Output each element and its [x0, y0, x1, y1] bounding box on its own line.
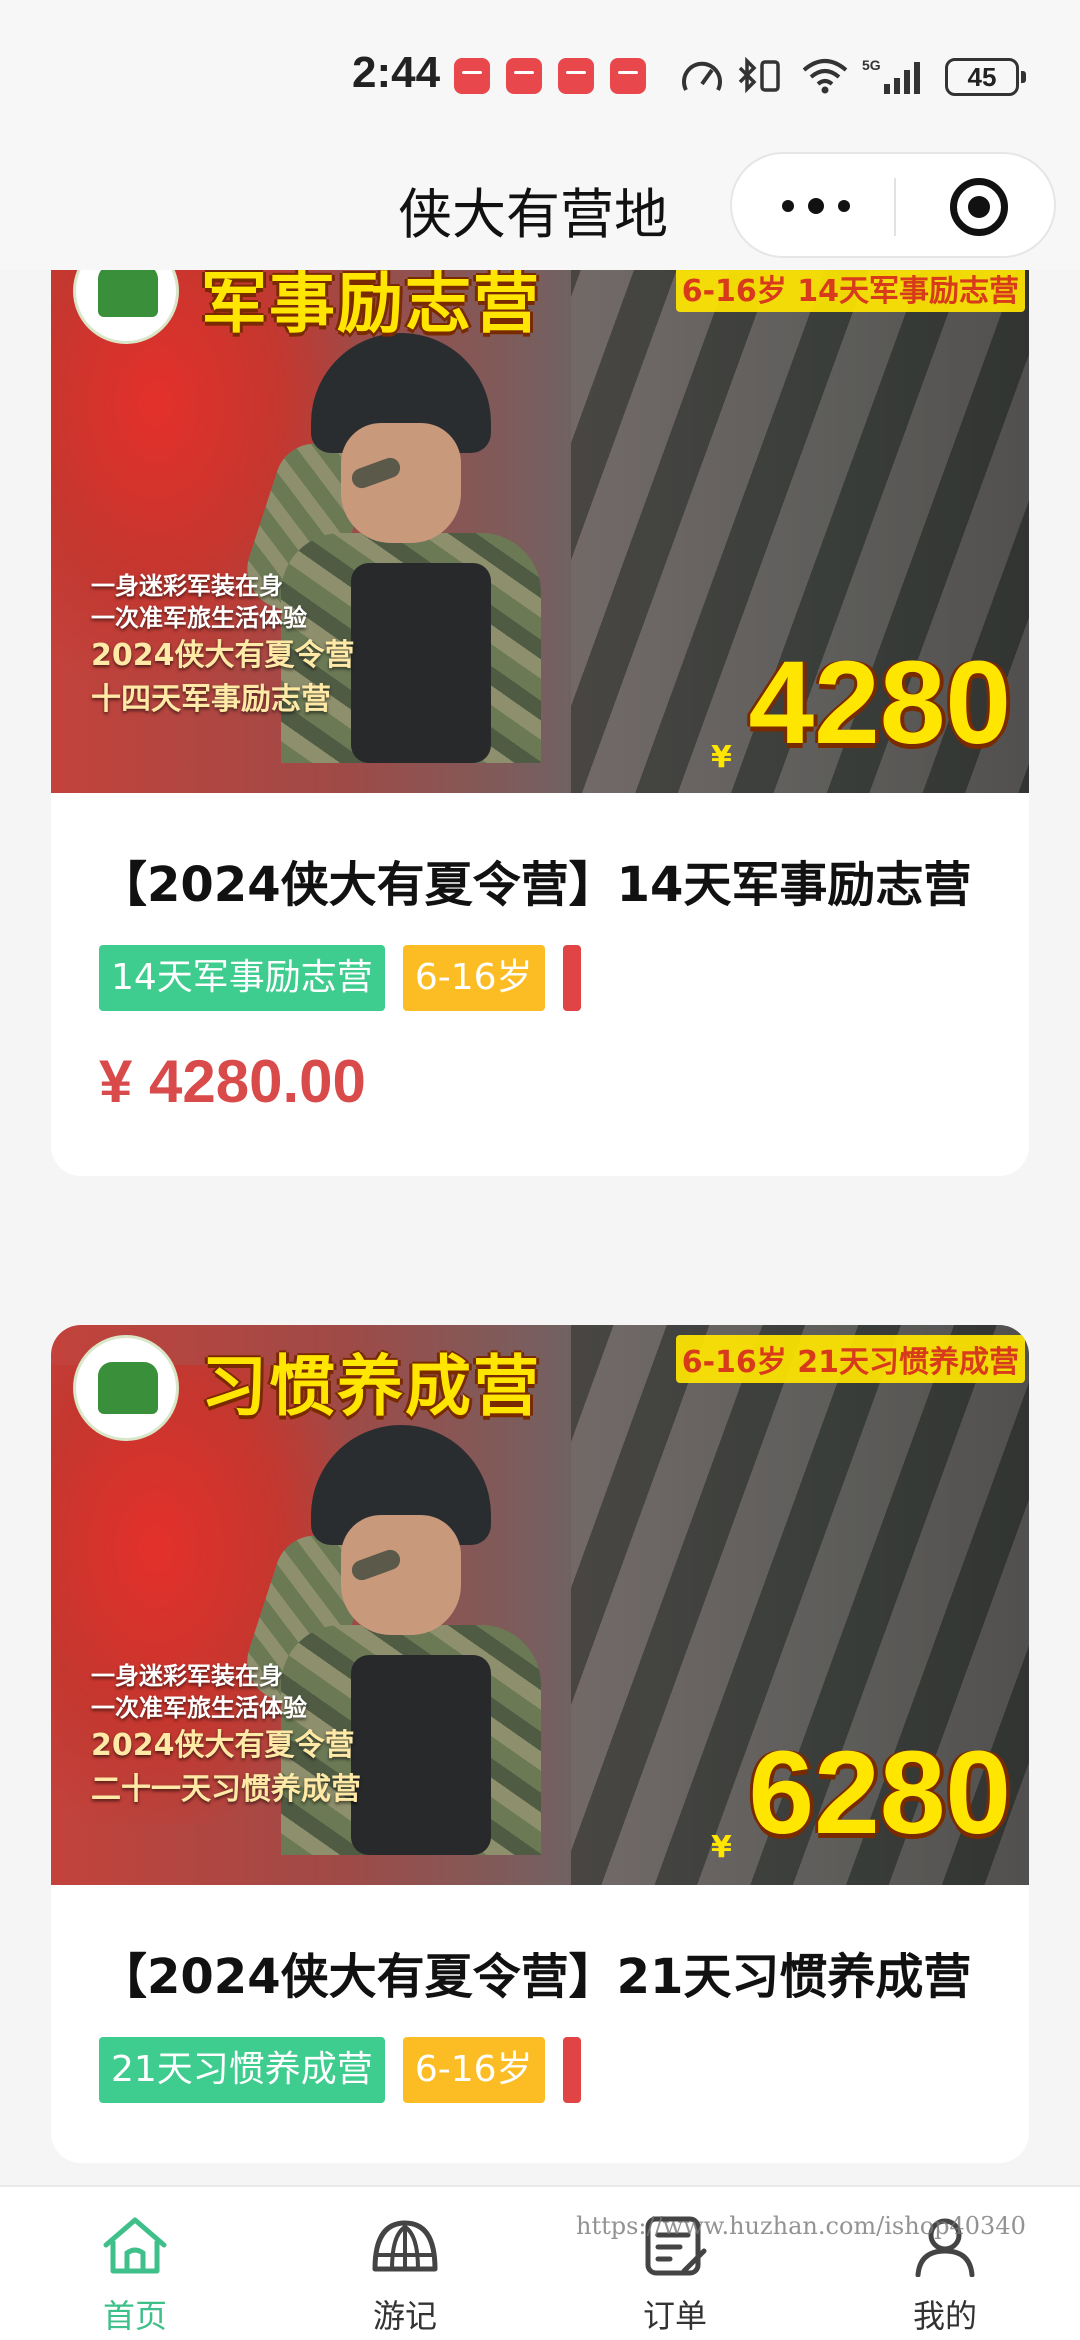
product-tags: 21天习惯养成营 6-16岁	[99, 2037, 981, 2103]
product-image[interactable]: 军事励志营 6-16岁 14天军事励志营 一身迷彩军装在身 一次准军旅生活体验 …	[51, 270, 1029, 793]
tab-label: 游记	[372, 2297, 437, 2335]
product-price: ¥ 4280.00	[99, 1048, 366, 1115]
bluetooth-vibrate-icon	[738, 56, 780, 94]
status-bar: 2:44 5G 45	[0, 0, 1080, 140]
image-slogan: 一身迷彩军装在身 一次准军旅生活体验 2024侠大有夏令营 十四天军事励志营	[91, 570, 431, 722]
image-price: 4280	[748, 637, 1011, 769]
more-options-icon[interactable]	[778, 194, 858, 218]
product-title[interactable]: 【2024侠大有夏令营】21天习惯养成营	[99, 1939, 981, 2015]
svg-text:5G: 5G	[862, 57, 881, 73]
image-headline: 军事励志营	[201, 270, 541, 342]
huawei-notification-icon	[454, 58, 490, 94]
huawei-notification-icon	[506, 58, 542, 94]
tab-label: 首页	[102, 2297, 167, 2335]
product-card[interactable]: 军事励志营 6-16岁 14天军事励志营 一身迷彩军装在身 一次准军旅生活体验 …	[51, 270, 1029, 1176]
tab-orders[interactable]: 订单	[540, 2187, 810, 2340]
tab-label: 我的	[912, 2297, 977, 2335]
page-title: 侠大有营地	[398, 183, 668, 246]
image-line: 2024侠大有夏令营	[91, 1728, 355, 1763]
tag-age: 6-16岁	[402, 945, 545, 1011]
image-line: 一次准军旅生活体验	[91, 604, 307, 632]
bottom-tab-bar: 首页 游记 订单 我的	[0, 2185, 1080, 2340]
speed-icon	[682, 61, 722, 91]
product-tags: 14天军事励志营 6-16岁	[99, 945, 981, 1011]
tag-extra	[562, 2037, 581, 2103]
tab-travelogue[interactable]: 游记	[270, 2187, 540, 2340]
signal-5g-icon: 5G	[862, 57, 920, 94]
nav-bar: 侠大有营地	[0, 140, 1080, 270]
image-corner-text: 6-16岁 14天军事励志营	[675, 270, 1025, 312]
product-info: 【2024侠大有夏令营】14天军事励志营 14天军事励志营 6-16岁 ¥ 42…	[51, 793, 1029, 1176]
tab-label: 订单	[642, 2297, 707, 2335]
product-title[interactable]: 【2024侠大有夏令营】14天军事励志营	[99, 847, 981, 923]
image-yen: ¥	[711, 1830, 732, 1865]
image-line: 一次准军旅生活体验	[91, 1694, 307, 1722]
image-line: 十四天军事励志营	[91, 682, 331, 717]
image-line: 2024侠大有夏令营	[91, 638, 355, 673]
image-corner-text: 6-16岁 21天习惯养成营	[675, 1335, 1025, 1383]
huawei-notification-icon	[558, 58, 594, 94]
image-slogan: 一身迷彩军装在身 一次准军旅生活体验 2024侠大有夏令营 二十一天习惯养成营	[91, 1660, 431, 1812]
camp-logo	[73, 1335, 179, 1441]
product-image[interactable]: 习惯养成营 6-16岁 21天习惯养成营 一身迷彩军装在身 一次准军旅生活体验 …	[51, 1325, 1029, 1885]
image-line: 一身迷彩军装在身	[91, 1662, 283, 1690]
tag-duration: 14天军事励志营	[99, 945, 385, 1011]
screen: 2:44 5G 45 侠大有营地 军事励志营 6-16岁 14天军事励志营 一身…	[0, 0, 1080, 2340]
image-yen: ¥	[711, 740, 732, 775]
battery-indicator: 45	[945, 58, 1026, 96]
capsule-divider	[894, 178, 896, 236]
wifi-icon	[802, 59, 848, 94]
tab-mine[interactable]: 我的	[810, 2187, 1080, 2340]
tag-age: 6-16岁	[402, 2037, 545, 2103]
image-headline: 习惯养成营	[201, 1348, 541, 1425]
mini-program-capsule	[730, 152, 1056, 258]
tag-duration: 21天习惯养成营	[99, 2037, 385, 2103]
tag-extra	[562, 945, 581, 1011]
image-price: 6280	[748, 1727, 1011, 1859]
image-line: 一身迷彩军装在身	[91, 572, 283, 600]
huawei-notification-icon	[610, 58, 646, 94]
product-info: 【2024侠大有夏令营】21天习惯养成营 21天习惯养成营 6-16岁	[51, 1885, 1029, 2163]
watermark: https://www.huzhan.com/ishop40340	[576, 2212, 1026, 2240]
close-mini-program-icon[interactable]	[950, 178, 1008, 236]
product-card[interactable]: 习惯养成营 6-16岁 21天习惯养成营 一身迷彩军装在身 一次准军旅生活体验 …	[51, 1325, 1029, 2163]
image-line: 二十一天习惯养成营	[91, 1772, 361, 1807]
status-time: 2:44	[352, 48, 441, 97]
home-icon	[103, 2217, 167, 2274]
dome-icon	[372, 2220, 438, 2272]
product-list[interactable]: 军事励志营 6-16岁 14天军事励志营 一身迷彩军装在身 一次准军旅生活体验 …	[0, 270, 1080, 2185]
tab-home[interactable]: 首页	[0, 2187, 270, 2340]
